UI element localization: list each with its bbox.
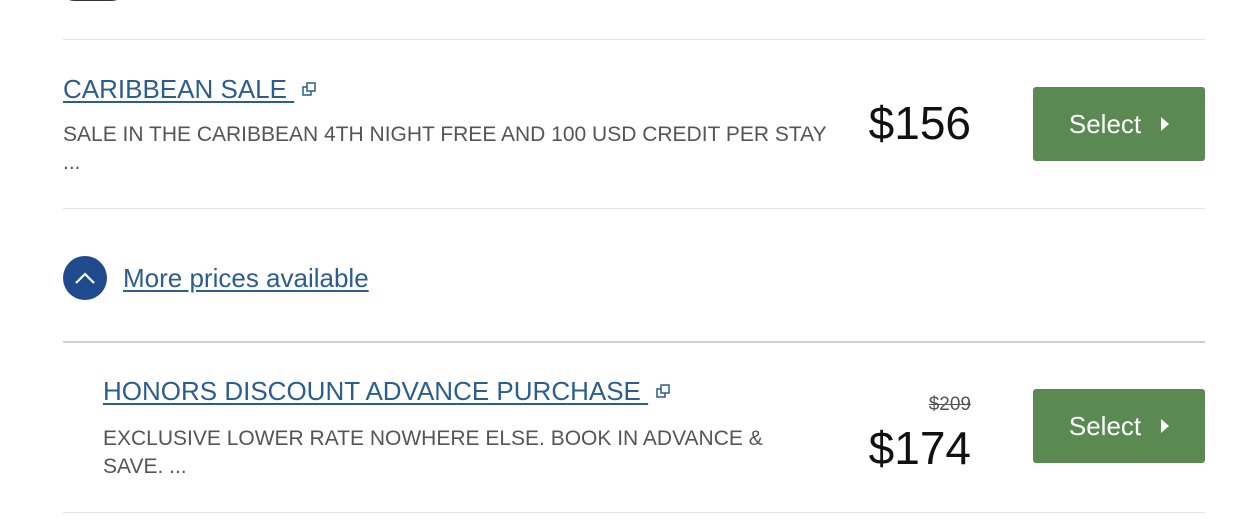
more-prices-toggle: More prices available	[63, 256, 369, 300]
room-icon	[69, 0, 117, 1]
select-button-label: Select	[1068, 108, 1142, 139]
more-prices-link[interactable]: More prices available	[123, 263, 369, 294]
rate-description: EXCLUSIVE LOWER RATE NOWHERE ELSE. BOOK …	[103, 427, 763, 478]
original-price: $209	[928, 394, 971, 415]
rate-price: $156	[868, 97, 971, 149]
chevron-up-icon	[75, 272, 95, 284]
select-button[interactable]: Select	[1033, 87, 1205, 161]
select-button-label: Select	[1068, 410, 1142, 441]
rate-row: HONORS DISCOUNT ADVANCE PURCHASE EXCLUSI…	[63, 341, 1205, 513]
rate-list: CARIBBEAN SALE SALE IN THE CARIBBEAN 4TH…	[0, 0, 1252, 532]
collapse-button[interactable]	[63, 256, 107, 300]
rate-title-link[interactable]: HONORS DISCOUNT ADVANCE PURCHASE	[103, 376, 670, 407]
rate-title-link[interactable]: CARIBBEAN SALE	[63, 74, 316, 105]
chevron-right-icon	[1161, 117, 1170, 131]
rate-title-text[interactable]: CARIBBEAN SALE	[63, 74, 287, 104]
rate-title-text[interactable]: HONORS DISCOUNT ADVANCE PURCHASE	[103, 376, 641, 406]
rate-description: SALE IN THE CARIBBEAN 4TH NIGHT FREE AND…	[63, 123, 827, 174]
external-link-icon	[656, 384, 670, 398]
rate-row: CARIBBEAN SALE SALE IN THE CARIBBEAN 4TH…	[63, 40, 1205, 209]
rate-price: $174	[868, 422, 971, 474]
select-button[interactable]: Select	[1033, 389, 1205, 463]
external-link-icon	[302, 82, 316, 96]
chevron-right-icon	[1161, 419, 1170, 433]
previous-item-partial	[63, 0, 1205, 40]
